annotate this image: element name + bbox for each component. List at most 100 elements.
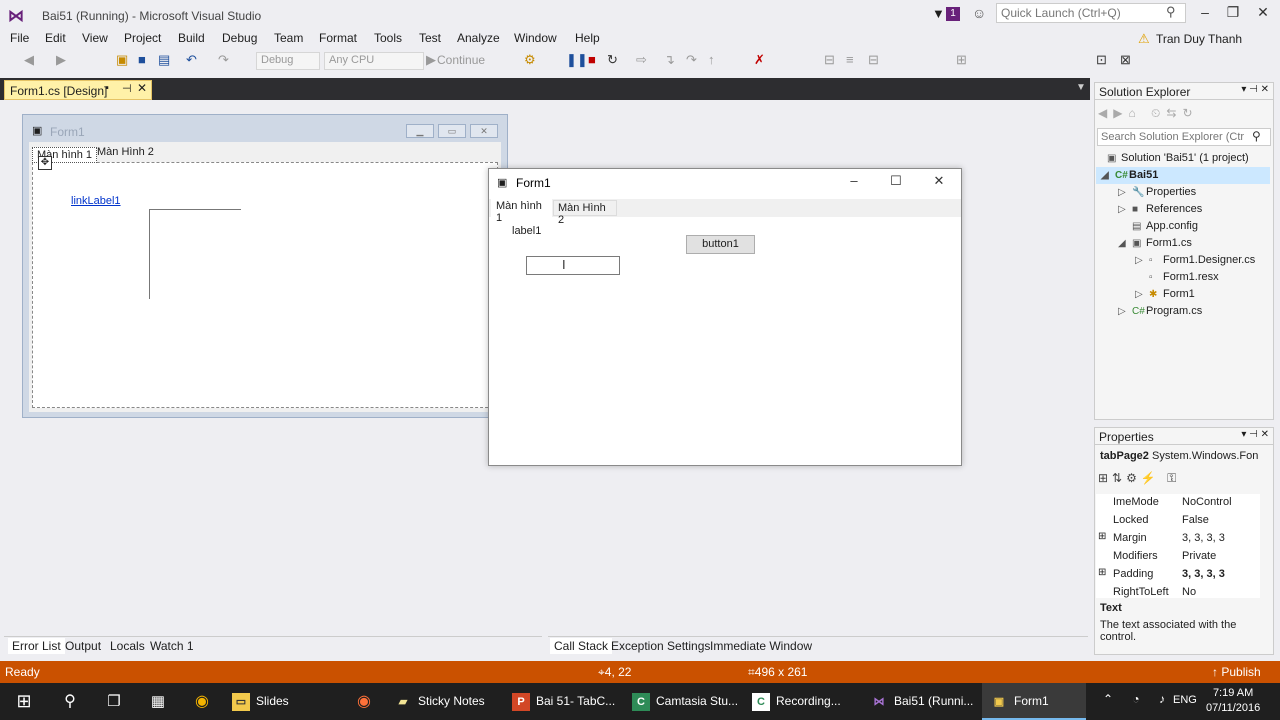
undo-icon[interactable]: ↶ [186, 52, 197, 68]
form-close-button[interactable]: ✕ [919, 173, 959, 191]
publish-button[interactable]: ↑ Publish [1212, 665, 1261, 679]
menu-help[interactable]: Help [575, 31, 600, 45]
chrome-icon[interactable]: ◉ [190, 683, 214, 720]
menu-format[interactable]: Format [319, 31, 357, 45]
tree-item-form1-cs[interactable]: ◢ ▣ Form1.cs [1118, 237, 1192, 249]
step-into-icon[interactable]: ↴ [664, 52, 675, 68]
make-same-size-icon[interactable]: ⊞ [956, 52, 967, 68]
pause-icon[interactable]: ❚❚ [566, 52, 588, 68]
menu-view[interactable]: View [82, 31, 108, 45]
property-row[interactable]: ImeMode NoControl [1096, 494, 1260, 512]
collapse-arrow-icon[interactable]: ◢ [1118, 238, 1132, 249]
back-icon[interactable]: ◀ [24, 52, 34, 68]
minimize-button[interactable]: – [1190, 4, 1220, 24]
search-icon[interactable]: ⚲ [1252, 129, 1261, 143]
tab-overflow-dropdown-icon[interactable]: ▼ [1076, 82, 1086, 93]
design-panel[interactable] [149, 209, 241, 299]
clock[interactable]: 7:19 AM 07/11/2016 [1206, 686, 1260, 716]
solution-explorer-toolbar[interactable]: ◀▶⌂ ⏲⇆↻ [1098, 106, 1199, 121]
solution-platform-select[interactable]: Any CPU [324, 52, 424, 70]
notification-flag-icon[interactable]: ▼ [932, 6, 945, 21]
pin-icon[interactable]: ▪ [105, 82, 109, 94]
tree-item-references[interactable]: ▷ ■ References [1118, 203, 1202, 215]
layout-icon[interactable]: ⊠ [1120, 52, 1131, 68]
tab-man-hinh-2[interactable]: Màn Hình 2 [553, 200, 617, 226]
search-icon[interactable]: ⚲ [1166, 4, 1176, 20]
property-row[interactable]: RightToLeft No [1096, 584, 1260, 598]
solution-explorer-header[interactable]: Solution Explorer ▾ ⊣ ✕ [1094, 82, 1274, 100]
design-link-label[interactable]: linkLabel1 [71, 195, 121, 207]
calculator-icon[interactable]: ▦ [146, 683, 170, 720]
menu-test[interactable]: Test [419, 31, 441, 45]
taskbar-sticky-notes[interactable]: ▰ Sticky Notes [394, 683, 485, 720]
align-centers-icon[interactable]: ≡ [846, 52, 854, 67]
button1[interactable]: button1 [686, 235, 755, 254]
restart-icon[interactable]: ↻ [607, 52, 618, 68]
panel-controls-icon[interactable]: ▾ ⊣ ✕ [1241, 429, 1269, 440]
expand-plus-icon[interactable]: ⊞ [1098, 531, 1106, 542]
taskbar-visual-studio[interactable]: ⋈ Bai51 (Runni... [870, 683, 974, 720]
browser-link-icon[interactable]: ⚙ [524, 52, 536, 68]
property-row[interactable]: ⊞ Padding 3, 3, 3, 3 [1096, 566, 1260, 584]
save-all-icon[interactable]: ▤ [158, 52, 170, 68]
expand-arrow-icon[interactable]: ▷ [1118, 187, 1132, 198]
object-selector[interactable]: tabPage2 System.Windows.Fon [1100, 450, 1258, 462]
menu-edit[interactable]: Edit [45, 31, 66, 45]
save-icon[interactable]: ■ [138, 52, 146, 67]
task-view-icon[interactable]: ❐ [102, 683, 126, 720]
expand-plus-icon[interactable]: ⊞ [1098, 567, 1106, 578]
user-account[interactable]: Tran Duy Thanh [1156, 32, 1242, 46]
tree-item-app-config[interactable]: ▤ App.config [1132, 220, 1198, 232]
forward-icon[interactable]: ▶ [56, 52, 66, 68]
property-row[interactable]: Locked False [1096, 512, 1260, 530]
tab-call-stack[interactable]: Call Stack [550, 638, 613, 654]
property-row[interactable]: ⊞ Margin 3, 3, 3, 3 [1096, 530, 1260, 548]
keep-open-icon[interactable]: ⊣ [122, 82, 132, 95]
form-maximize-button[interactable]: ☐ [876, 173, 916, 191]
menu-debug[interactable]: Debug [222, 31, 257, 45]
tab-locals[interactable]: Locals [106, 638, 149, 654]
tree-item-solution[interactable]: ▣ Solution 'Bai51' (1 project) [1107, 152, 1249, 164]
tab-man-hinh-1[interactable]: Màn hình 1 [491, 198, 552, 224]
search-icon[interactable]: ⚲ [58, 683, 82, 720]
system-tray-icons[interactable]: ⌃ ◔ ♪ [1103, 692, 1173, 706]
tab-order-icon[interactable]: ⊡ [1096, 52, 1107, 68]
form-minimize-button[interactable]: – [834, 173, 874, 191]
firefox-icon[interactable]: ◉ [352, 683, 376, 720]
menu-team[interactable]: Team [274, 31, 303, 45]
menu-file[interactable]: File [10, 31, 29, 45]
tab-output[interactable]: Output [61, 638, 105, 654]
expand-arrow-icon[interactable]: ▷ [1135, 289, 1149, 300]
taskbar-powerpoint[interactable]: P Bai 51- TabC... [512, 683, 615, 720]
close-button[interactable]: ✕ [1248, 4, 1278, 24]
notification-badge[interactable]: 1 [946, 7, 960, 21]
menu-build[interactable]: Build [178, 31, 205, 45]
redo-icon[interactable]: ↷ [218, 52, 229, 68]
tree-item-properties[interactable]: ▷ 🔧 Properties [1118, 186, 1196, 198]
windows-start-icon[interactable]: ⊞ [12, 683, 36, 720]
quick-launch-input[interactable]: Quick Launch (Ctrl+Q) [996, 3, 1186, 23]
input-language[interactable]: ENG [1173, 694, 1197, 706]
move-handle-icon[interactable]: ✥ [38, 156, 52, 170]
tab-immediate-window[interactable]: Immediate Window [706, 638, 816, 654]
tab-watch-1[interactable]: Watch 1 [146, 638, 198, 654]
new-project-icon[interactable]: ▣ [116, 52, 128, 68]
tree-item-form1-designer[interactable]: ▷ ▫ Form1.Designer.cs [1135, 254, 1255, 266]
step-over-icon[interactable]: ↷ [686, 52, 697, 68]
step-out-icon[interactable]: ↑ [708, 52, 715, 67]
align-lefts-icon[interactable]: ⊟ [824, 52, 835, 68]
expand-arrow-icon[interactable]: ▷ [1118, 204, 1132, 215]
menu-analyze[interactable]: Analyze [457, 31, 500, 45]
taskbar-camtasia[interactable]: C Camtasia Stu... [632, 683, 738, 720]
breakpoint-toggle-icon[interactable]: ✗ [754, 52, 765, 68]
taskbar-recording[interactable]: C Recording... [752, 683, 841, 720]
solution-config-select[interactable]: Debug [256, 52, 320, 70]
design-tab-2[interactable]: Màn Hình 2 [94, 145, 157, 159]
menu-project[interactable]: Project [124, 31, 161, 45]
expand-arrow-icon[interactable]: ▷ [1135, 255, 1149, 266]
taskbar-form1[interactable]: ▣ Form1 [982, 683, 1086, 720]
expand-arrow-icon[interactable]: ▷ [1118, 306, 1132, 317]
menu-window[interactable]: Window [514, 31, 557, 45]
show-next-statement-icon[interactable]: ⇨ [636, 52, 647, 68]
align-rights-icon[interactable]: ⊟ [868, 52, 879, 68]
